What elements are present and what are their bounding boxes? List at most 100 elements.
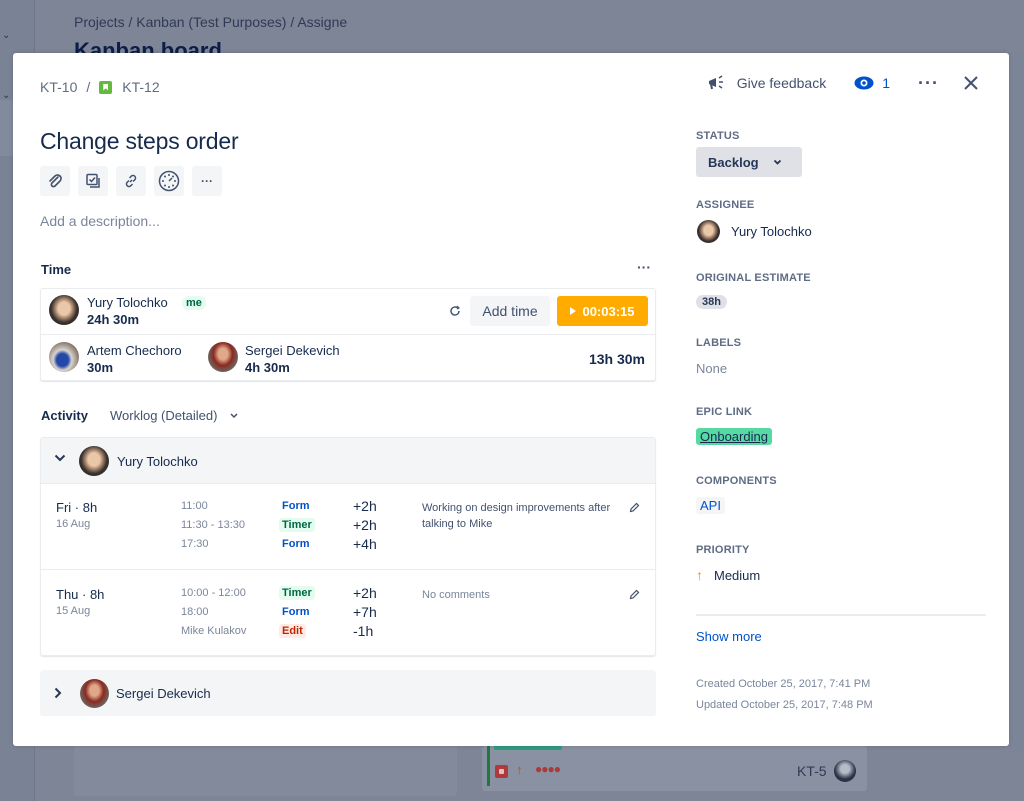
priority-field[interactable]: ↑ Medium	[696, 567, 760, 583]
avatar	[49, 342, 79, 372]
give-feedback-button[interactable]: Give feedback	[707, 75, 827, 91]
day-date: 16 Aug	[56, 518, 91, 530]
assignee-value: Yury Tolochko	[731, 224, 812, 239]
entry-source-badge: Timer	[279, 586, 315, 600]
add-time-button[interactable]: Add time	[470, 296, 550, 326]
time-tracking-panel: Yury Tolochko me 24h 30m Add time 00:03:…	[40, 288, 656, 381]
breadcrumb: KT-10 / KT-12	[40, 79, 160, 95]
entry-source-badge: Form	[282, 500, 310, 512]
worklog-user-name: Sergei Dekevich	[116, 686, 211, 701]
link-issue-button[interactable]	[116, 166, 146, 196]
background-breadcrumb: Projects / Kanban (Test Purposes) / Assi…	[74, 14, 348, 30]
me-badge: me	[182, 296, 206, 310]
show-more-link[interactable]: Show more	[696, 629, 762, 644]
worklog-day: Fri · 8h 16 Aug 11:00 Form +2h 11:30 - 1…	[41, 484, 655, 570]
worklog-comment: No comments	[422, 589, 490, 601]
entry-source-badge: Edit	[279, 624, 306, 638]
watch-button[interactable]: 1	[854, 75, 890, 91]
epic-link-label: EPIC LINK	[696, 406, 753, 418]
user-time-total: 4h 30m	[245, 360, 290, 375]
eye-icon	[854, 76, 874, 90]
day-title: Fri · 8h	[56, 500, 98, 515]
assignee-field[interactable]: Yury Tolochko	[697, 220, 812, 243]
labels-label: LABELS	[696, 337, 742, 349]
background-card-epic-tag	[494, 746, 562, 750]
breadcrumb-separator: /	[86, 79, 91, 95]
give-feedback-label: Give feedback	[736, 75, 827, 91]
epic-link[interactable]: Onboarding	[696, 428, 772, 445]
worklog-group-header[interactable]: Yury Tolochko	[41, 438, 655, 484]
day-title: Thu · 8h	[56, 587, 105, 602]
chevron-right-icon	[54, 687, 62, 699]
edit-icon[interactable]	[629, 502, 640, 513]
components-label: COMPONENTS	[696, 475, 777, 487]
create-subtask-button[interactable]	[78, 166, 108, 196]
labels-value[interactable]: None	[696, 361, 727, 376]
user-time-total: 30m	[87, 360, 114, 375]
worklog-entry: Mike Kulakov Edit -1h	[181, 623, 401, 642]
timer-value: 00:03:15	[582, 303, 635, 319]
parent-issue-link[interactable]: KT-10	[40, 79, 77, 95]
background-column	[1009, 52, 1024, 752]
status-dropdown[interactable]: Backlog	[696, 147, 802, 177]
story-icon	[99, 80, 113, 94]
worklog-comment: Working on design improvements after tal…	[422, 502, 611, 530]
chevron-down-icon	[773, 159, 781, 165]
estimate-dots-icon: ●●●●	[535, 762, 561, 776]
entry-delta: +7h	[353, 604, 377, 620]
original-estimate-label: ORIGINAL ESTIMATE	[696, 272, 811, 284]
current-user-time-row: Yury Tolochko me 24h 30m Add time 00:03:…	[41, 289, 655, 335]
close-button[interactable]	[963, 75, 979, 91]
priority-arrow-icon: ↑	[516, 762, 523, 777]
close-icon	[964, 76, 978, 90]
more-toolbar-button[interactable]: ···	[192, 166, 222, 196]
assignee-label: ASSIGNEE	[696, 199, 755, 211]
play-icon	[570, 307, 577, 315]
worklog-day: Thu · 8h 15 Aug 10:00 - 12:00 Timer +2h …	[41, 571, 655, 656]
entry-source-badge: Form	[282, 606, 310, 618]
activity-view-select[interactable]: Worklog (Detailed)	[110, 408, 239, 423]
priority-value: Medium	[714, 567, 761, 583]
entry-delta: -1h	[353, 623, 374, 639]
time-tracker-button[interactable]	[154, 166, 184, 196]
entry-time: 10:00 - 12:00	[181, 587, 246, 599]
timer-button[interactable]: 00:03:15	[557, 296, 648, 326]
modal-actions: Give feedback 1 ···	[707, 74, 979, 92]
more-actions-button[interactable]: ···	[918, 74, 939, 92]
worklog-group-collapsed[interactable]: Sergei Dekevich	[40, 670, 656, 716]
avatar	[49, 295, 79, 325]
original-estimate-value[interactable]: 38h	[696, 295, 727, 309]
updated-date: Updated October 25, 2017, 7:48 PM	[696, 699, 873, 711]
user-time-total: 24h 30m	[87, 312, 140, 327]
description-input[interactable]: Add a description...	[40, 213, 160, 229]
edit-icon[interactable]	[629, 589, 640, 600]
entry-source-badge: Timer	[279, 518, 315, 532]
component-tag[interactable]: API	[696, 497, 725, 514]
avatar	[697, 220, 720, 243]
entry-time: 11:00	[181, 500, 208, 512]
entry-time: 18:00	[181, 606, 209, 618]
background-card-key: KT-5	[797, 763, 827, 779]
user-name: Artem Chechoro	[87, 343, 182, 358]
paperclip-icon	[49, 174, 62, 188]
refresh-icon[interactable]	[449, 305, 461, 317]
issue-summary[interactable]: Change steps order	[40, 128, 239, 155]
watchers-count: 1	[882, 75, 891, 91]
activity-heading: Activity	[41, 408, 88, 423]
entry-delta: +2h	[353, 585, 377, 601]
chevron-down-icon	[230, 412, 238, 418]
entry-delta: +4h	[353, 536, 377, 552]
attach-button[interactable]	[40, 166, 70, 196]
megaphone-icon	[708, 75, 723, 90]
status-value: Backlog	[708, 154, 759, 170]
issue-key-link[interactable]: KT-12	[122, 79, 159, 95]
worklog-entry: 17:30 Form +4h	[181, 536, 401, 555]
avatar	[80, 679, 109, 708]
worklog-entry: 18:00 Form +7h	[181, 604, 401, 623]
background-column	[74, 746, 457, 796]
worklog-entry: 10:00 - 12:00 Timer +2h	[181, 585, 401, 604]
divider	[696, 614, 986, 616]
time-more-button[interactable]: ···	[637, 259, 651, 275]
entry-source-badge: Form	[282, 538, 310, 550]
time-heading: Time	[41, 262, 72, 277]
